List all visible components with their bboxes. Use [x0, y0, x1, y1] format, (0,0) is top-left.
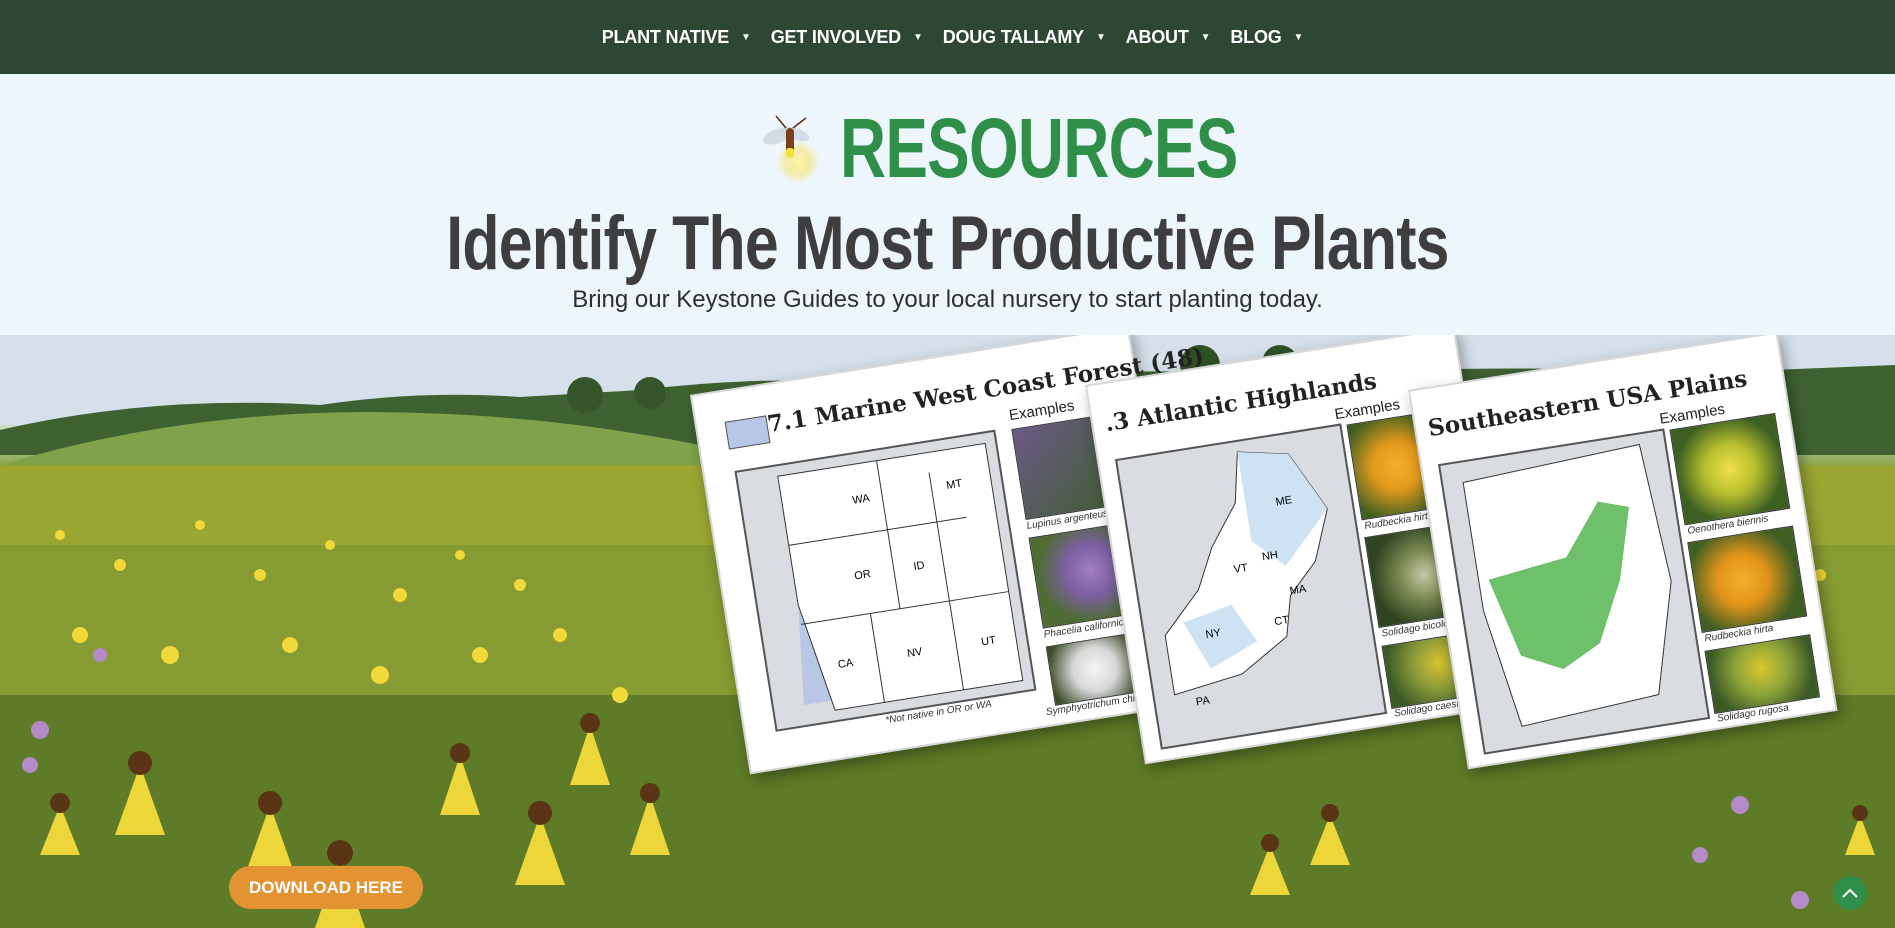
nav-item-blog[interactable]: BLOG ▼: [1220, 27, 1313, 48]
chevron-up-icon: [1842, 888, 1858, 898]
plant-photo: [1687, 525, 1808, 634]
state-label: NH: [1261, 548, 1279, 564]
page-subheadline: Bring our Keystone Guides to your local …: [572, 286, 1323, 313]
nav-item-get-involved[interactable]: GET INVOLVED ▼: [761, 27, 933, 48]
section-label: RESOURCES: [839, 101, 1238, 195]
state-label: CT: [1273, 614, 1290, 629]
region-map: [1437, 428, 1711, 755]
caret-down-icon: ▼: [1200, 31, 1211, 43]
section-heading-row: RESOURCES: [0, 100, 1895, 197]
state-label: UT: [980, 634, 997, 649]
region-map-drawing: [1164, 451, 1328, 696]
keystone-guide-card-southeastern-plains: Southeastern USA Plains Examples Oenothe…: [1408, 335, 1838, 770]
state-label: MT: [945, 477, 964, 492]
top-navigation: PLANT NATIVE ▼ GET INVOLVED ▼ DOUG TALLA…: [0, 0, 1895, 74]
nav-item-doug-tallamy[interactable]: DOUG TALLAMY ▼: [933, 27, 1116, 48]
nav-item-label: PLANT NATIVE: [601, 26, 729, 47]
plant-photo: [1704, 634, 1821, 715]
meadow-photo: 7.1 Marine West Coast Forest (48) Exampl…: [0, 335, 1895, 928]
state-label: OR: [853, 568, 872, 583]
state-label: VT: [1232, 561, 1249, 576]
state-label: ME: [1274, 494, 1293, 509]
state-label: NV: [906, 645, 924, 661]
region-map: ME VT NH MA NY CT PA: [1114, 423, 1388, 750]
firefly-icon: [762, 115, 820, 184]
state-label: CA: [837, 656, 855, 672]
region-map-drawing: [777, 442, 1024, 711]
nav-item-label: DOUG TALLAMY: [942, 26, 1084, 47]
region-map: WA MT OR ID CA NV UT: [734, 429, 1037, 732]
nav-item-label: GET INVOLVED: [770, 26, 901, 47]
nav-item-about[interactable]: ABOUT ▼: [1116, 27, 1221, 48]
state-label: PA: [1195, 694, 1211, 709]
page-headline: Identify The Most Productive Plants: [0, 200, 1895, 287]
caret-down-icon: ▼: [741, 31, 751, 43]
headline-text: Identify The Most Productive Plants: [446, 201, 1449, 286]
caret-down-icon: ▼: [1293, 31, 1304, 43]
state-label: MA: [1288, 582, 1308, 598]
state-label: ID: [912, 559, 926, 574]
nav-menu: PLANT NATIVE ▼ GET INVOLVED ▼ DOUG TALLA…: [592, 27, 1314, 48]
plant-photo: [1669, 412, 1791, 526]
nav-item-label: BLOG: [1230, 26, 1282, 47]
nav-item-label: ABOUT: [1125, 26, 1189, 47]
caret-down-icon: ▼: [912, 31, 923, 43]
legend-swatch: [724, 415, 771, 450]
nav-item-plant-native[interactable]: PLANT NATIVE ▼: [592, 27, 761, 48]
region-map-drawing: [1462, 443, 1672, 727]
caret-down-icon: ▼: [1095, 31, 1106, 43]
state-label: NY: [1204, 626, 1222, 642]
download-button[interactable]: DOWNLOAD HERE: [229, 866, 423, 909]
scroll-to-top-button[interactable]: [1833, 876, 1867, 910]
